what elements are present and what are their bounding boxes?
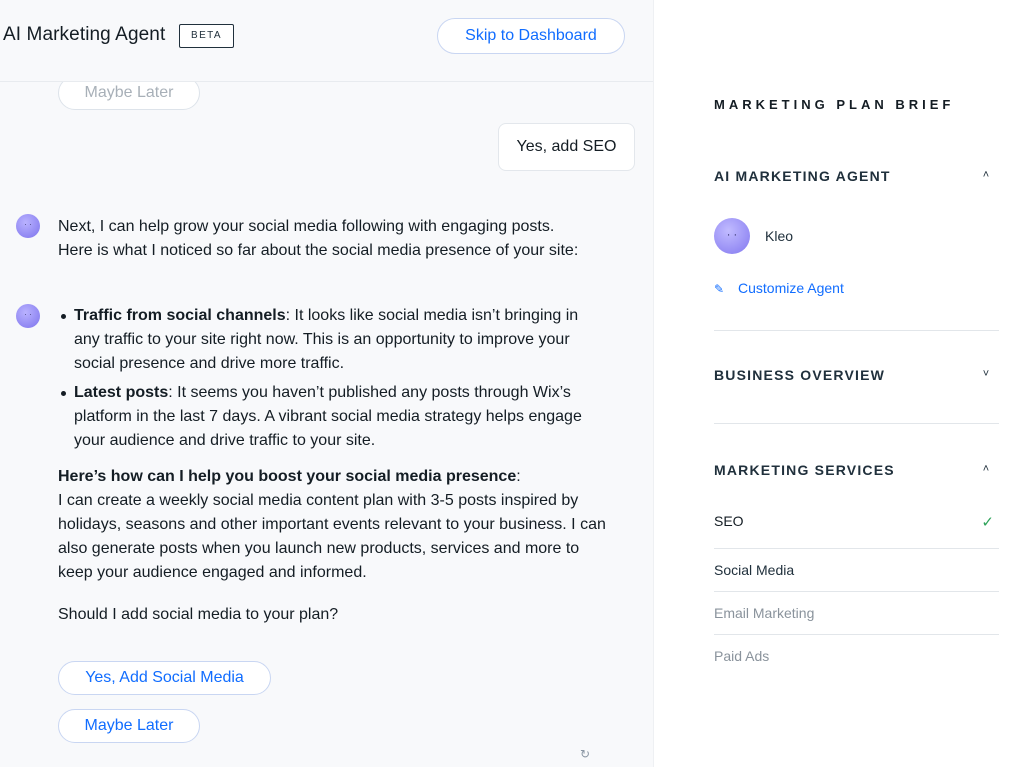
service-item-seo: SEO ✓	[714, 513, 999, 533]
divider	[714, 591, 999, 592]
service-name: Paid Ads	[714, 648, 770, 664]
section-ai-marketing-agent[interactable]: AI MARKETING AGENT ˄	[714, 168, 999, 188]
help-heading: Here’s how can I help you boost your soc…	[58, 468, 517, 485]
section-business-overview[interactable]: BUSINESS OVERVIEW ˅	[714, 367, 999, 387]
service-name: Social Media	[714, 562, 795, 578]
chevron-up-icon[interactable]: ˄	[979, 462, 993, 476]
service-item-email-marketing: Email Marketing	[714, 605, 999, 625]
agent-message-insights: Traffic from social channels: It looks l…	[58, 304, 606, 627]
chat-thread[interactable]: Maybe Later Yes, add SEO · · Next, I can…	[0, 76, 653, 767]
customize-agent-link[interactable]: ✎ Customize Agent	[714, 279, 844, 297]
chat-header: AI Marketing Agent BETA Skip to Dashboar…	[0, 0, 653, 82]
intro-line-2: Here is what I noticed so far about the …	[58, 242, 579, 259]
service-name: Email Marketing	[714, 605, 815, 621]
agent-message-intro: Next, I can help grow your social media …	[58, 215, 638, 263]
service-name: SEO	[714, 513, 744, 529]
insights-list: Traffic from social channels: It looks l…	[58, 304, 606, 453]
skip-to-dashboard-button[interactable]: Skip to Dashboard	[437, 18, 625, 54]
chevron-up-icon[interactable]: ˄	[979, 168, 993, 182]
pencil-icon: ✎	[714, 282, 725, 296]
user-message: Yes, add SEO	[498, 123, 635, 171]
maybe-later-button[interactable]: Maybe Later	[58, 709, 200, 743]
yes-add-social-media-button[interactable]: Yes, Add Social Media	[58, 661, 271, 695]
question-text: Should I add social media to your plan?	[58, 606, 339, 623]
brief-title: MARKETING PLAN BRIEF	[714, 97, 955, 112]
agent-face-icon: · ·	[24, 310, 32, 319]
refresh-icon[interactable]: ↻	[580, 748, 592, 760]
chat-panel: AI Marketing Agent BETA Skip to Dashboar…	[0, 0, 653, 767]
section-marketing-services[interactable]: MARKETING SERVICES ˄	[714, 462, 999, 482]
agent-name: Kleo	[765, 228, 794, 244]
agent-avatar: · ·	[16, 304, 40, 328]
agent-face-icon: · ·	[726, 229, 738, 241]
section-label: BUSINESS OVERVIEW	[714, 367, 886, 383]
divider	[714, 330, 999, 331]
agent-face-icon: · ·	[24, 220, 32, 229]
check-icon: ✓	[981, 514, 994, 531]
bullet-title: Traffic from social channels	[74, 307, 286, 324]
service-item-paid-ads: Paid Ads	[714, 648, 999, 668]
app-title: AI Marketing Agent	[3, 24, 166, 45]
marketing-plan-brief-panel: MARKETING PLAN BRIEF AI MARKETING AGENT …	[653, 0, 1033, 767]
customize-agent-label: Customize Agent	[738, 280, 844, 296]
bullet-title: Latest posts	[74, 384, 169, 401]
service-item-social-media: Social Media	[714, 562, 999, 582]
help-heading-suffix: :	[516, 468, 521, 485]
divider	[714, 634, 999, 635]
help-paragraph: Here’s how can I help you boost your soc…	[58, 465, 606, 585]
help-body: I can create a weekly social media conte…	[58, 492, 606, 581]
divider	[714, 548, 999, 549]
agent-avatar-large: · ·	[714, 218, 750, 254]
intro-line-1: Next, I can help grow your social media …	[58, 218, 555, 235]
divider	[714, 423, 999, 424]
beta-badge: BETA	[179, 24, 234, 48]
section-label: MARKETING SERVICES	[714, 462, 895, 478]
agent-avatar: · ·	[16, 214, 40, 238]
section-label: AI MARKETING AGENT	[714, 168, 891, 184]
chevron-down-icon[interactable]: ˅	[979, 367, 993, 381]
list-item: Latest posts: It seems you haven’t publi…	[58, 381, 606, 453]
list-item: Traffic from social channels: It looks l…	[58, 304, 606, 376]
